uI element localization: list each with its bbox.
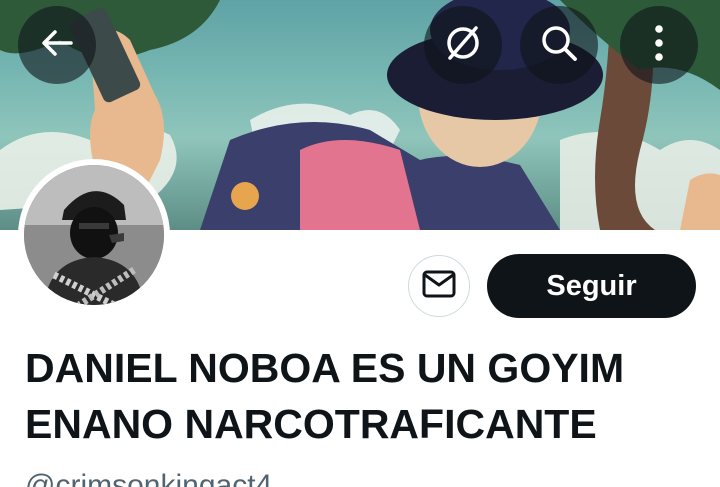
translate-button[interactable] (424, 6, 502, 84)
envelope-icon (422, 270, 456, 303)
more-button[interactable] (620, 6, 698, 84)
profile-avatar[interactable] (18, 159, 170, 311)
translate-icon (442, 22, 484, 69)
user-handle: @crimsonkingact4 (25, 469, 273, 487)
search-button[interactable] (520, 6, 598, 84)
follow-button[interactable]: Seguir (487, 254, 696, 318)
message-button[interactable] (408, 255, 470, 317)
arrow-left-icon (37, 23, 77, 68)
avatar-image (24, 165, 164, 305)
display-name-line-1: DANIEL NOBOA ES UN GOYIM (25, 345, 625, 391)
display-name-line-2: ENANO NARCOTRAFICANTE (25, 401, 597, 447)
search-icon (538, 22, 580, 69)
display-name: DANIEL NOBOA ES UN GOYIM ENANO NARCOTRAF… (25, 340, 705, 452)
back-button[interactable] (18, 6, 96, 84)
more-vertical-icon (653, 23, 665, 68)
